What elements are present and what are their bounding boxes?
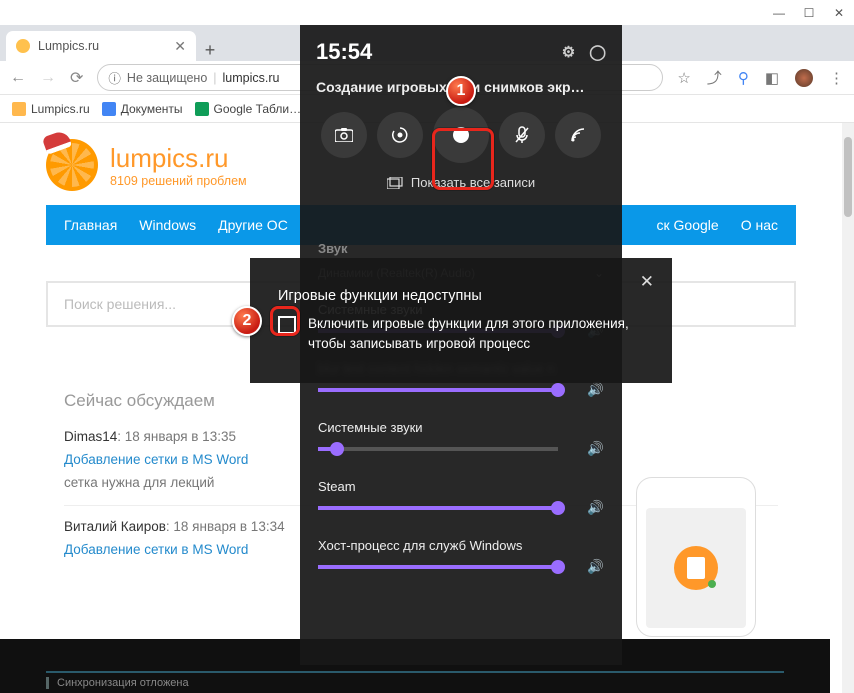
toolbar-right: ☆ ⤴ ⚲ ◧ ⋮ <box>677 67 844 88</box>
translate-icon[interactable]: ⚲ <box>738 69 749 87</box>
screenshot-button[interactable] <box>321 112 367 158</box>
page-scrollbar[interactable] <box>842 123 854 693</box>
site-subtitle: 8109 решений проблем <box>110 174 247 188</box>
badge-1: 1 <box>446 76 476 106</box>
security-label: Не защищено <box>127 71 207 85</box>
bookmark-icon <box>195 102 209 116</box>
browser-tab[interactable]: Lumpics.ru ✕ <box>6 31 196 61</box>
scroll-thumb[interactable] <box>844 137 852 217</box>
favicon-icon <box>16 39 30 53</box>
settings-icon[interactable]: ⚙ <box>562 43 575 61</box>
bookmark-icon <box>12 102 26 116</box>
gamebar-capture-panel: 15:54 ⚙ ◯ Создание игровых ов и снимков … <box>300 25 622 225</box>
nav-item[interactable]: О нас <box>741 217 778 233</box>
audio-name: Steam <box>318 479 604 494</box>
highlight-2 <box>270 306 300 336</box>
speaker-icon[interactable]: 🔊 <box>587 500 604 516</box>
bookmark-item[interactable]: Lumpics.ru <box>8 99 94 119</box>
document-icon <box>674 546 718 590</box>
nav-item[interactable]: Главная <box>64 217 117 233</box>
info-icon: ⓘ <box>108 68 121 87</box>
audio-item: Steam 🔊 <box>318 479 604 516</box>
star-icon[interactable]: ☆ <box>677 69 690 87</box>
comment-link[interactable]: Добавление сетки в MS Word <box>64 452 248 467</box>
comment-user: Dimas14 <box>64 429 117 444</box>
nav-item[interactable]: ск Google <box>657 217 719 233</box>
menu-icon[interactable]: ⋮ <box>829 69 844 87</box>
volume-slider[interactable] <box>318 447 558 451</box>
bookmark-item[interactable]: Google Табли… <box>191 99 306 119</box>
tab-title: Lumpics.ru <box>38 39 99 53</box>
comment-date: : 18 января в 13:35 <box>117 429 236 444</box>
window-close-button[interactable]: ✕ <box>824 6 854 20</box>
mic-button[interactable] <box>499 112 545 158</box>
audio-name: Хост-процесс для служб Windows <box>318 538 604 553</box>
highlight-1 <box>432 128 494 190</box>
window-controls: — ☐ ✕ <box>0 0 854 25</box>
site-logo[interactable] <box>46 139 98 191</box>
bookmark-item[interactable]: Документы <box>98 99 187 119</box>
minimize-button[interactable]: — <box>764 6 794 20</box>
speaker-icon[interactable]: 🔊 <box>587 382 604 398</box>
message-title: Игровые функции недоступны <box>278 288 652 304</box>
sync-status: Синхронизация отложена <box>46 677 189 689</box>
forward-button: → <box>40 69 56 87</box>
site-title: lumpics.ru <box>110 143 247 174</box>
audio-item: Системные звуки 🔊 <box>318 420 604 457</box>
reload-button[interactable]: ⟳ <box>70 68 83 88</box>
separator: | <box>213 71 216 85</box>
badge-2: 2 <box>232 306 262 336</box>
phone-illustration <box>636 477 756 637</box>
bookmark-icon <box>102 102 116 116</box>
comment-link[interactable]: Добавление сетки в MS Word <box>64 542 248 557</box>
audio-item: Хост-процесс для служб Windows 🔊 <box>318 538 604 575</box>
account-icon[interactable]: ◯ <box>589 43 606 61</box>
nav-item[interactable]: Windows <box>139 217 196 233</box>
bookmark-label: Документы <box>121 102 183 116</box>
url-text: lumpics.ru <box>223 71 280 85</box>
back-button[interactable]: ← <box>10 69 26 87</box>
volume-slider[interactable] <box>318 506 558 510</box>
maximize-button[interactable]: ☐ <box>794 6 824 20</box>
logo-text: lumpics.ru 8109 решений проблем <box>110 143 247 188</box>
gamebar-message: ✕ Игровые функции недоступны Включить иг… <box>250 258 672 383</box>
bookmark-label: Google Табли… <box>214 102 302 116</box>
new-tab-button[interactable]: + <box>196 40 224 61</box>
volume-slider[interactable] <box>318 565 558 569</box>
gamebar-clock: 15:54 <box>316 39 372 65</box>
gallery-icon <box>387 177 403 189</box>
tab-close-button[interactable]: ✕ <box>174 38 186 55</box>
comment-note: сетка нужна для лекций <box>64 475 214 490</box>
message-body: Включить игровые функции для этого прило… <box>308 314 652 353</box>
profile-avatar[interactable] <box>795 69 813 87</box>
close-button[interactable]: ✕ <box>640 272 654 292</box>
search-placeholder: Поиск решения... <box>64 296 176 312</box>
share-icon[interactable]: ⤴ <box>707 67 722 88</box>
audio-name: Системные звуки <box>318 420 604 435</box>
speaker-icon[interactable]: 🔊 <box>587 441 604 457</box>
speaker-icon[interactable]: 🔊 <box>587 559 604 575</box>
comment-date: : 18 января в 13:34 <box>166 519 285 534</box>
record-last-button[interactable] <box>377 112 423 158</box>
audio-header: Звук <box>318 241 604 256</box>
volume-slider[interactable] <box>318 388 558 392</box>
comment-user: Виталий Каиров <box>64 519 166 534</box>
broadcast-button[interactable] <box>555 112 601 158</box>
nav-item[interactable]: Другие ОС <box>218 217 288 233</box>
extension-icon[interactable]: ◧ <box>765 69 779 87</box>
bookmark-label: Lumpics.ru <box>31 102 90 116</box>
